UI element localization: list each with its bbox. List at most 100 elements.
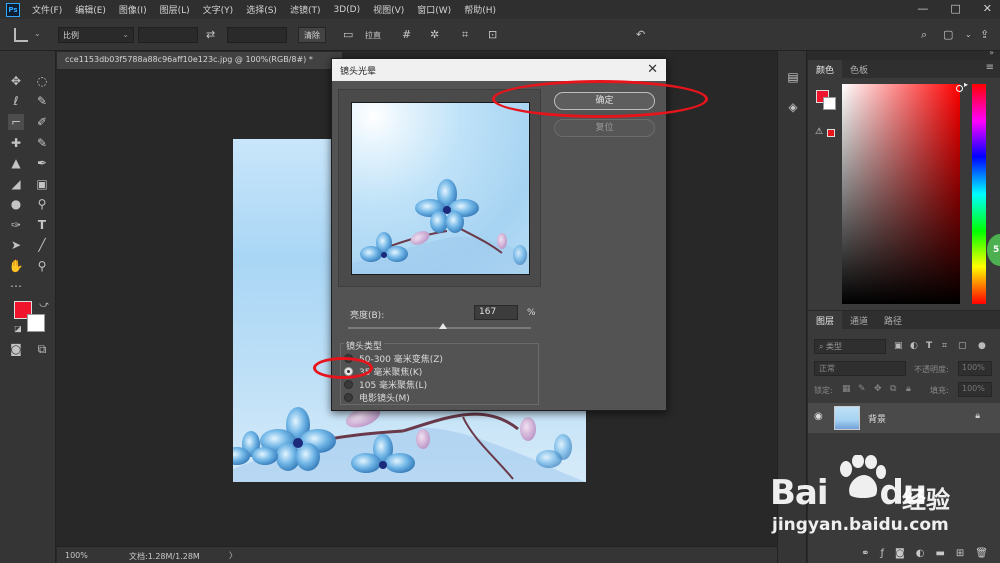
ratio-height-field[interactable] [227, 27, 287, 43]
eyedropper-tool-icon[interactable]: ✐ [34, 114, 50, 130]
filter-adjustment-icon[interactable]: ◐ [910, 341, 918, 351]
menu-window[interactable]: 窗口(W) [417, 3, 451, 16]
menu-view[interactable]: 视图(V) [373, 3, 404, 16]
minimize-button[interactable]: — [917, 2, 928, 15]
tab-paths[interactable]: 路径 [876, 311, 910, 329]
blend-mode-select[interactable]: 正常 [814, 361, 906, 376]
screen-mode-icon[interactable]: ⧉ [34, 341, 50, 357]
adjustment-layer-icon[interactable]: ◐ [916, 548, 925, 559]
default-colors-icon[interactable]: ◪ [10, 321, 26, 337]
menu-layer[interactable]: 图层(L) [160, 3, 190, 16]
lock-position-icon[interactable]: ✥ [874, 384, 882, 394]
swap-icon[interactable]: ⇄ [206, 28, 215, 41]
filter-pixel-icon[interactable]: ▣ [894, 341, 903, 351]
lock-all-icon[interactable]: 🔒︎ [906, 384, 911, 394]
marquee-tool-icon[interactable]: ◌ [34, 73, 50, 89]
radio-button[interactable] [344, 379, 353, 389]
dialog-close-icon[interactable]: ✕ [647, 62, 658, 77]
menu-type[interactable]: 文字(Y) [203, 3, 234, 16]
link-layers-icon[interactable]: ⚭ [861, 548, 869, 559]
menu-help[interactable]: 帮助(H) [464, 3, 496, 16]
pen-tool-icon[interactable]: ✑ [8, 217, 24, 233]
hue-slider[interactable] [972, 84, 986, 304]
move-tool-icon[interactable]: ✥ [8, 73, 24, 89]
ok-button[interactable]: 确定 [554, 92, 655, 110]
type-tool-icon[interactable]: T [34, 217, 50, 233]
more-tools-icon[interactable]: ⋯ [8, 278, 24, 294]
layer-lock-icon[interactable]: 🔒︎ [975, 411, 980, 421]
lens-option-zoom[interactable]: 50-300 毫米变焦(Z) [344, 352, 443, 365]
swap-colors-icon[interactable]: ⤻ [36, 297, 52, 313]
layer-style-icon[interactable]: ƒ [880, 548, 884, 559]
menu-select[interactable]: 选择(S) [246, 3, 277, 16]
zoom-level[interactable]: 100% [65, 551, 88, 560]
saturation-value-field[interactable] [842, 84, 960, 304]
hue-slider-arrow-icon[interactable]: ▸ [964, 80, 968, 89]
layer-row-background[interactable]: ◉ 背景 🔒︎ [808, 403, 1000, 433]
menu-filter[interactable]: 滤镜(T) [290, 3, 321, 16]
color-picker-marker[interactable] [956, 85, 963, 92]
delete-cropped-icon[interactable]: ⌗ [462, 28, 468, 42]
menu-edit[interactable]: 编辑(E) [75, 3, 106, 16]
path-select-icon[interactable]: ➤ [8, 237, 24, 253]
search-icon[interactable]: ⌕ [921, 28, 927, 42]
gradient-tool-icon[interactable]: ▣ [34, 176, 50, 192]
gamut-warning-icon[interactable]: ⚠ [815, 127, 823, 137]
flare-preview[interactable] [351, 102, 530, 275]
radio-button-selected[interactable] [344, 366, 353, 376]
history-brush-icon[interactable]: ✒ [34, 155, 50, 171]
hand-tool-icon[interactable]: ✋ [8, 258, 24, 274]
crop-tool-icon[interactable] [14, 28, 28, 42]
blur-tool-icon[interactable]: ● [8, 196, 24, 212]
straighten-label[interactable]: 拉直 [365, 30, 381, 41]
new-group-icon[interactable]: ▬ [935, 548, 944, 559]
straighten-icon[interactable]: ▭ [343, 28, 353, 41]
tab-layers[interactable]: 图层 [808, 311, 843, 329]
document-tab[interactable]: cce1153db03f5788a88c96aff10e123c.jpg @ 1… [57, 52, 342, 69]
dialog-title-bar[interactable]: 镜头光晕 ✕ [332, 59, 666, 81]
reset-icon[interactable]: ↶ [636, 28, 645, 41]
tab-color[interactable]: 颜色 [808, 60, 843, 78]
gear-icon[interactable]: ✲ [430, 28, 439, 41]
lens-option-105mm[interactable]: 105 毫米聚焦(L) [344, 378, 427, 391]
tool-preset-dropdown-icon[interactable]: ⌄ [34, 29, 41, 38]
layer-name[interactable]: 背景 [868, 412, 886, 425]
status-menu-arrow-icon[interactable]: 〉 [229, 550, 237, 561]
tab-swatches[interactable]: 色板 [842, 60, 876, 78]
workspace-icon[interactable]: ▢ [943, 28, 953, 41]
background-color-swatch[interactable] [27, 314, 45, 332]
quick-select-tool-icon[interactable]: ✎ [34, 93, 50, 109]
share-icon[interactable]: ⇪ [980, 28, 989, 41]
tab-channels[interactable]: 通道 [842, 311, 876, 329]
overlay-grid-icon[interactable]: # [402, 28, 411, 41]
layer-filter-select[interactable]: ⌕ 类型 [814, 339, 886, 354]
gamut-swatch[interactable] [827, 129, 835, 137]
window-close-button[interactable]: ✕ [983, 2, 992, 15]
crop-tool-active-icon[interactable]: ⌐ [8, 114, 24, 130]
ratio-width-field[interactable] [138, 27, 198, 43]
properties-panel-icon[interactable]: ◈ [785, 99, 801, 115]
opacity-field[interactable]: 100% [958, 361, 992, 376]
panel-background-swatch[interactable] [823, 97, 836, 110]
lock-image-icon[interactable]: ✎ [858, 384, 866, 394]
clone-stamp-icon[interactable]: ▲ [8, 155, 24, 171]
brightness-slider-thumb[interactable] [439, 323, 448, 329]
radio-button[interactable] [344, 392, 353, 402]
collapse-panels-icon[interactable]: » [989, 48, 994, 57]
reset-button[interactable]: 复位 [554, 119, 655, 137]
menu-image[interactable]: 图像(I) [119, 3, 147, 16]
lens-option-35mm[interactable]: 35 毫米聚焦(K) [344, 365, 422, 378]
menu-file[interactable]: 文件(F) [32, 3, 62, 16]
history-panel-icon[interactable]: ▤ [785, 69, 801, 85]
lock-transparent-icon[interactable]: ▦ [842, 384, 851, 394]
dodge-tool-icon[interactable]: ⚲ [34, 196, 50, 212]
filter-shape-icon[interactable]: ⌗ [942, 341, 947, 351]
content-aware-icon[interactable]: ⊡ [488, 28, 497, 41]
restore-button[interactable]: □ [950, 2, 960, 15]
menu-3d[interactable]: 3D(D) [333, 5, 360, 15]
lens-option-movie-prime[interactable]: 电影镜头(M) [344, 391, 410, 404]
line-tool-icon[interactable]: ╱ [34, 237, 50, 253]
clear-button[interactable]: 清除 [298, 27, 326, 43]
radio-button[interactable] [344, 353, 353, 363]
new-layer-icon[interactable]: ⊞ [956, 548, 964, 559]
